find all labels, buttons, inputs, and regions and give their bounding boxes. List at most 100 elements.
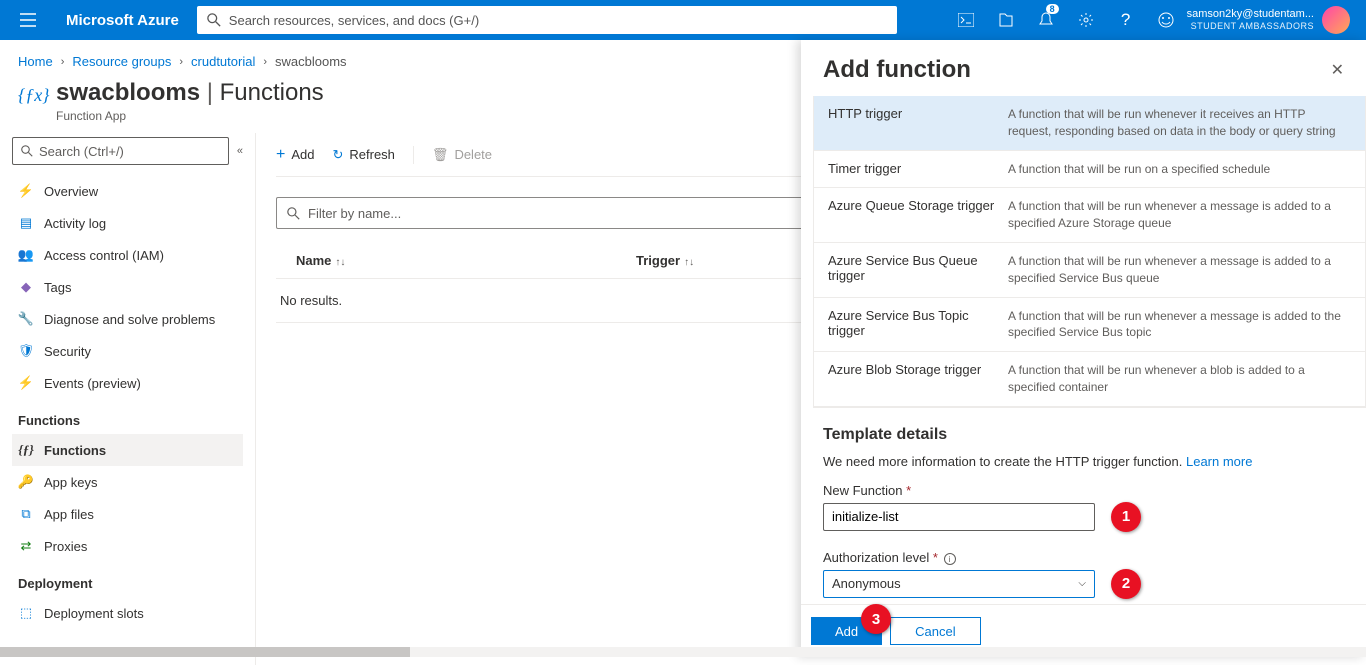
cancel-button[interactable]: Cancel bbox=[890, 617, 980, 645]
template-name: Azure Blob Storage trigger bbox=[828, 362, 1008, 396]
cloud-shell-icon[interactable] bbox=[947, 0, 985, 40]
panel-title: Add function bbox=[823, 56, 971, 84]
column-name[interactable]: Name↑↓ bbox=[296, 253, 636, 268]
template-desc: A function that will be run whenever it … bbox=[1008, 106, 1351, 140]
bolt-icon: ⚡ bbox=[18, 375, 34, 391]
template-row[interactable]: Azure Service Bus Topic trigger A functi… bbox=[814, 297, 1365, 352]
template-desc: A function that will be run on a specifi… bbox=[1008, 161, 1351, 178]
sidebar-section-deployment: Deployment bbox=[12, 562, 243, 597]
sidebar-item-label: Overview bbox=[44, 184, 98, 199]
sidebar-item-overview[interactable]: ⚡Overview bbox=[12, 175, 243, 207]
plus-icon: + bbox=[276, 146, 285, 164]
sidebar-item-label: Functions bbox=[44, 443, 106, 458]
top-bar: Microsoft Azure Search resources, servic… bbox=[0, 0, 1366, 40]
sidebar-item-proxies[interactable]: ⇄Proxies bbox=[12, 530, 243, 562]
template-desc: A function that will be run whenever a m… bbox=[1008, 253, 1351, 287]
people-icon: 👥 bbox=[18, 247, 34, 263]
sidebar-item-app-keys[interactable]: 🔑 App keys bbox=[12, 466, 243, 498]
proxy-icon: ⇄ bbox=[18, 538, 34, 554]
sidebar-item-app-files[interactable]: ⧉ App files bbox=[12, 498, 243, 530]
sidebar-item-label: App files bbox=[44, 507, 94, 522]
column-trigger[interactable]: Trigger↑↓ bbox=[636, 253, 694, 268]
add-function-panel: Add function ✕ HTTP trigger A function t… bbox=[801, 40, 1366, 657]
template-name: HTTP trigger bbox=[828, 106, 1008, 140]
sidebar: Search (Ctrl+/) « ⚡Overview ▤Activity lo… bbox=[0, 133, 256, 665]
sidebar-item-security[interactable]: 🛡Security bbox=[12, 335, 243, 367]
search-icon bbox=[21, 145, 33, 157]
sidebar-search-input[interactable]: Search (Ctrl+/) bbox=[12, 137, 229, 165]
sidebar-item-label: Deployment slots bbox=[44, 606, 144, 621]
sidebar-item-label: Security bbox=[44, 344, 91, 359]
brand-label[interactable]: Microsoft Azure bbox=[48, 12, 197, 29]
new-function-input[interactable] bbox=[823, 503, 1095, 531]
sidebar-item-label: Access control (IAM) bbox=[44, 248, 164, 263]
sidebar-item-diagnose[interactable]: 🔧Diagnose and solve problems bbox=[12, 303, 243, 335]
template-name: Azure Queue Storage trigger bbox=[828, 198, 1008, 232]
hamburger-menu-icon[interactable] bbox=[8, 13, 48, 27]
close-icon[interactable]: ✕ bbox=[1331, 60, 1344, 80]
info-icon[interactable]: i bbox=[944, 553, 956, 565]
settings-icon[interactable] bbox=[1067, 0, 1105, 40]
search-icon bbox=[207, 13, 221, 27]
sidebar-item-events[interactable]: ⚡ Events (preview) bbox=[12, 367, 243, 399]
refresh-button[interactable]: ↻Refresh bbox=[332, 147, 394, 163]
global-search-input[interactable]: Search resources, services, and docs (G+… bbox=[197, 6, 897, 34]
template-list: HTTP trigger A function that will be run… bbox=[813, 96, 1366, 408]
template-desc: A function that will be run whenever a m… bbox=[1008, 198, 1351, 232]
field-label-auth: Authorization level * i bbox=[823, 550, 1356, 565]
filter-placeholder: Filter by name... bbox=[308, 206, 401, 221]
files-icon: ⧉ bbox=[18, 506, 34, 522]
breadcrumb-item[interactable]: crudtutorial bbox=[191, 54, 255, 69]
template-row[interactable]: Azure Queue Storage trigger A function t… bbox=[814, 187, 1365, 242]
feedback-icon[interactable] bbox=[1147, 0, 1185, 40]
trash-icon: 🗑 bbox=[432, 147, 449, 163]
user-role: STUDENT AMBASSADORS bbox=[1187, 21, 1314, 32]
sidebar-item-access-control[interactable]: 👥 Access control (IAM) bbox=[12, 239, 243, 271]
template-desc: A function that will be run whenever a b… bbox=[1008, 362, 1351, 396]
template-row[interactable]: HTTP trigger A function that will be run… bbox=[814, 96, 1365, 150]
key-icon: 🔑 bbox=[18, 474, 34, 490]
breadcrumb-item[interactable]: Home bbox=[18, 54, 53, 69]
sidebar-item-deployment-slots[interactable]: ⬚ Deployment slots bbox=[12, 597, 243, 629]
collapse-sidebar-icon[interactable]: « bbox=[237, 145, 243, 157]
sort-icon: ↑↓ bbox=[684, 257, 694, 268]
help-icon[interactable]: ? bbox=[1107, 0, 1145, 40]
sidebar-item-label: App keys bbox=[44, 475, 97, 490]
template-details-desc: We need more information to create the H… bbox=[823, 454, 1356, 469]
user-menu[interactable]: samson2ky@studentam... STUDENT AMBASSADO… bbox=[1187, 6, 1358, 34]
refresh-icon: ↻ bbox=[332, 147, 343, 163]
template-row[interactable]: Azure Service Bus Queue trigger A functi… bbox=[814, 242, 1365, 297]
add-button[interactable]: +Add bbox=[276, 146, 314, 164]
sidebar-search-placeholder: Search (Ctrl+/) bbox=[39, 144, 124, 159]
horizontal-scrollbar[interactable] bbox=[0, 647, 1366, 657]
breadcrumb-item[interactable]: Resource groups bbox=[72, 54, 171, 69]
slots-icon: ⬚ bbox=[18, 605, 34, 621]
sidebar-item-label: Activity log bbox=[44, 216, 106, 231]
callout-2: 2 bbox=[1111, 569, 1141, 599]
template-row[interactable]: Azure Blob Storage trigger A function th… bbox=[814, 351, 1365, 407]
learn-more-link[interactable]: Learn more bbox=[1186, 454, 1252, 469]
select-value: Anonymous bbox=[832, 576, 901, 591]
wrench-icon: 🔧 bbox=[18, 311, 34, 327]
page-title: swacblooms | Functions bbox=[56, 79, 324, 107]
tag-icon: ◆ bbox=[18, 279, 34, 295]
sidebar-item-tags[interactable]: ◆ Tags bbox=[12, 271, 243, 303]
sidebar-item-label: Events (preview) bbox=[44, 376, 141, 391]
chevron-right-icon: › bbox=[61, 56, 65, 68]
sidebar-item-activity-log[interactable]: ▤ Activity log bbox=[12, 207, 243, 239]
user-email: samson2ky@studentam... bbox=[1187, 8, 1314, 21]
template-row[interactable]: Timer trigger A function that will be ru… bbox=[814, 150, 1365, 188]
directories-icon[interactable] bbox=[987, 0, 1025, 40]
delete-button: 🗑Delete bbox=[432, 147, 492, 163]
sidebar-item-functions[interactable]: {ƒ}Functions bbox=[12, 434, 243, 466]
search-placeholder: Search resources, services, and docs (G+… bbox=[229, 13, 479, 28]
template-desc: A function that will be run whenever a m… bbox=[1008, 308, 1351, 342]
avatar bbox=[1322, 6, 1350, 34]
sidebar-item-label: Tags bbox=[44, 280, 71, 295]
chevron-right-icon: › bbox=[263, 56, 267, 68]
log-icon: ▤ bbox=[18, 215, 34, 231]
notifications-icon[interactable]: 8 bbox=[1027, 0, 1065, 40]
chevron-down-icon: ⌵ bbox=[1078, 578, 1086, 589]
auth-level-select[interactable]: Anonymous ⌵ bbox=[823, 570, 1095, 598]
callout-3: 3 bbox=[861, 604, 891, 634]
